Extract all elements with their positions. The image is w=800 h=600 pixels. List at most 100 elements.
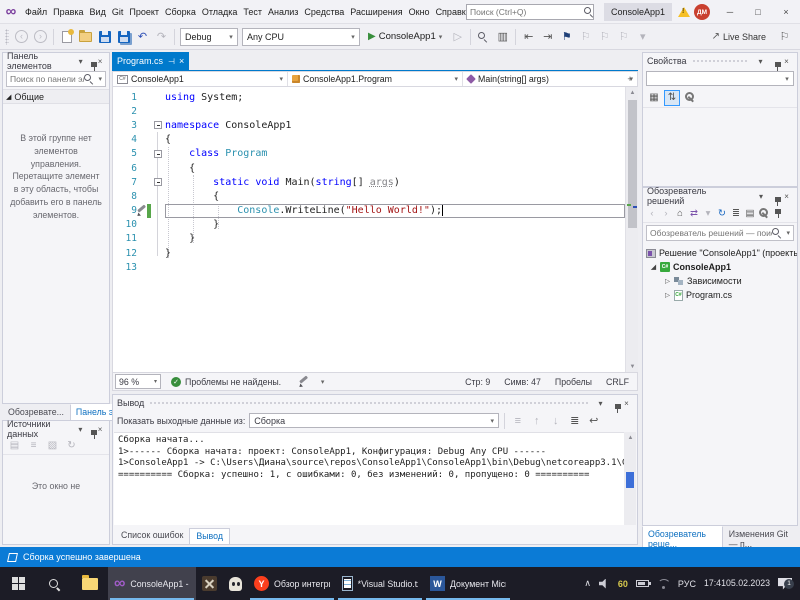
language-indicator[interactable]: РУС bbox=[674, 579, 700, 589]
taskbar-app-notepad[interactable]: *Visual Studio.txt - ... bbox=[336, 567, 424, 600]
solution-search-box[interactable]: ▾ bbox=[646, 225, 794, 241]
alphabetical-sort-icon[interactable]: ⇅ bbox=[664, 90, 680, 106]
battery-icon[interactable] bbox=[632, 580, 653, 587]
menu-item-10[interactable]: Расширения bbox=[347, 0, 405, 24]
line-body[interactable]: } bbox=[165, 218, 625, 232]
find-in-files-icon[interactable] bbox=[475, 28, 492, 46]
scroll-up-icon[interactable]: ▲ bbox=[624, 432, 637, 443]
taskbar-app-word[interactable]: WДокумент Microso... bbox=[424, 567, 512, 600]
spaces-indicator[interactable]: Пробелы bbox=[555, 377, 592, 387]
undo-icon[interactable]: ↶ bbox=[134, 28, 151, 46]
taskbar-app-yandex[interactable]: YОбзор интегриров... bbox=[248, 567, 336, 600]
chevron-down-icon[interactable]: ▾ bbox=[755, 192, 768, 201]
split-window-button[interactable]: + bbox=[624, 72, 636, 86]
maximize-button[interactable]: □ bbox=[744, 0, 772, 24]
line-body[interactable]: { bbox=[165, 189, 625, 203]
code-line-10[interactable]: 10 } bbox=[113, 218, 625, 232]
line-body[interactable]: static void Main(string[] args) bbox=[165, 175, 625, 189]
properties-title-bar[interactable]: Свойства ▾ × bbox=[643, 53, 797, 69]
menu-item-5[interactable]: Сборка bbox=[162, 0, 199, 24]
breadcrumb-project-dropdown[interactable]: C# ConsoleApp1 ▾ bbox=[113, 72, 288, 86]
taskbar-app-skull[interactable] bbox=[223, 567, 248, 600]
redo-icon[interactable]: ↷ bbox=[153, 28, 170, 46]
close-icon[interactable]: × bbox=[780, 192, 793, 201]
line-body[interactable]: { bbox=[165, 133, 625, 147]
properties-object-dropdown[interactable]: ▾ bbox=[646, 71, 794, 86]
configure-data-source-icon[interactable]: ≡ bbox=[25, 437, 42, 455]
chevron-down-icon[interactable]: ▾ bbox=[594, 399, 607, 408]
breadcrumb-class-dropdown[interactable]: ConsoleApp1.Program ▾ bbox=[288, 72, 463, 86]
close-icon[interactable]: × bbox=[780, 57, 793, 66]
navigate-forward-icon[interactable]: › bbox=[32, 28, 49, 46]
back-icon[interactable]: ‹ bbox=[645, 204, 659, 222]
breadcrumb-method-dropdown[interactable]: Main(string[] args) ▾ bbox=[463, 72, 637, 86]
menu-item-11[interactable]: Окно bbox=[406, 0, 433, 24]
toolbox-search-box[interactable]: ▾ bbox=[6, 71, 106, 87]
output-title-bar[interactable]: Вывод ▾ × bbox=[113, 395, 637, 411]
preview-pin-icon[interactable] bbox=[771, 204, 785, 222]
save-icon[interactable] bbox=[96, 28, 113, 46]
account-avatar[interactable]: ДМ bbox=[694, 4, 710, 20]
taskbar-app-vs[interactable]: ∞ConsoleApp1 - Mic... bbox=[108, 567, 196, 600]
tree-item-dependencies[interactable]: ▷ Зависимости bbox=[643, 274, 797, 288]
fold-margin[interactable] bbox=[151, 121, 165, 129]
platform-dropdown[interactable]: Any CPU▾ bbox=[242, 28, 360, 46]
new-project-icon[interactable] bbox=[58, 28, 75, 46]
chevron-down-icon[interactable]: ▾ bbox=[75, 425, 85, 434]
menu-item-3[interactable]: Git bbox=[109, 0, 127, 24]
code-line-12[interactable]: 12} bbox=[113, 246, 625, 260]
menu-item-0[interactable]: Файл bbox=[22, 0, 50, 24]
code-cleanup-icon[interactable] bbox=[295, 373, 312, 391]
properties-icon[interactable] bbox=[757, 204, 771, 222]
eol-indicator[interactable]: CRLF bbox=[606, 377, 629, 387]
code-editor[interactable]: 1using System;23namespace ConsoleApp14{5… bbox=[112, 87, 638, 372]
collapse-all-icon[interactable]: ≣ bbox=[729, 204, 743, 222]
scroll-up-icon[interactable]: ▲ bbox=[626, 87, 639, 98]
previous-bookmark-icon[interactable]: ⚐ bbox=[577, 28, 594, 46]
code-line-8[interactable]: 8 { bbox=[113, 189, 625, 203]
live-unit-testing-icon[interactable]: ▥ bbox=[494, 28, 511, 46]
code-line-7[interactable]: 7 static void Main(string[] args) bbox=[113, 175, 625, 189]
close-tab-icon[interactable]: × bbox=[179, 56, 184, 66]
clear-bookmarks-icon[interactable]: ⚐ bbox=[615, 28, 632, 46]
network-icon[interactable] bbox=[653, 579, 674, 589]
solution-search-input[interactable] bbox=[650, 228, 772, 238]
line-body[interactable]: } bbox=[165, 246, 625, 260]
line-body[interactable]: { bbox=[165, 161, 625, 175]
collapsed-icon[interactable]: ▷ bbox=[665, 291, 674, 299]
toolbar-grip[interactable] bbox=[5, 29, 9, 45]
output-source-dropdown[interactable]: Сборка ▾ bbox=[249, 413, 499, 428]
collapse-region-icon[interactable] bbox=[154, 150, 162, 158]
pending-changes-filter-icon[interactable]: ▾ bbox=[701, 204, 715, 222]
code-line-3[interactable]: 3namespace ConsoleApp1 bbox=[113, 118, 625, 132]
chevron-down-icon[interactable]: ▾ bbox=[314, 373, 331, 391]
decrease-indent-icon[interactable]: ⇤ bbox=[520, 28, 537, 46]
line-body[interactable]: Console.WriteLine("Hello World!"); bbox=[165, 204, 625, 218]
code-line-13[interactable]: 13 bbox=[113, 260, 625, 274]
menu-item-9[interactable]: Средства bbox=[301, 0, 347, 24]
quick-search-box[interactable] bbox=[466, 4, 594, 20]
line-body[interactable] bbox=[165, 260, 625, 274]
tree-item-solution[interactable]: Решение "ConsoleApp1" (проекты: 1 из 1) bbox=[643, 246, 797, 260]
volume-icon[interactable] bbox=[595, 579, 614, 589]
start-debugging-button[interactable]: ▶ ConsoleApp1 ▾ bbox=[364, 28, 446, 46]
chevron-down-icon[interactable]: ▾ bbox=[76, 57, 86, 66]
feedback-icon[interactable]: ⚐ bbox=[776, 28, 793, 46]
taskbar-app-game[interactable] bbox=[196, 567, 223, 600]
scroll-down-icon[interactable]: ▼ bbox=[626, 361, 639, 372]
navigate-back-icon[interactable]: ‹ bbox=[13, 28, 30, 46]
line-body[interactable]: using System; bbox=[165, 90, 625, 104]
next-bookmark-icon[interactable]: ⚐ bbox=[596, 28, 613, 46]
code-line-9[interactable]: 9 Console.WriteLine("Hello World!"); bbox=[113, 204, 625, 218]
scrollbar-thumb[interactable] bbox=[626, 472, 634, 488]
code-line-6[interactable]: 6 { bbox=[113, 161, 625, 175]
clock[interactable]: 17:41 05.02.2023 bbox=[700, 578, 774, 588]
save-all-icon[interactable] bbox=[115, 28, 132, 46]
hidden-icons-chevron[interactable]: ∧ bbox=[580, 578, 595, 589]
zoom-dropdown[interactable]: 96 % ▾ bbox=[115, 374, 161, 389]
refresh-data-source-icon[interactable]: ↻ bbox=[63, 437, 80, 455]
output-scrollbar[interactable]: ▲ bbox=[624, 432, 636, 525]
menu-item-1[interactable]: Правка bbox=[50, 0, 86, 24]
hot-reload-icon[interactable]: ▷ bbox=[449, 28, 466, 46]
tab-program-cs[interactable]: Program.cs ⊣ × bbox=[112, 52, 189, 70]
